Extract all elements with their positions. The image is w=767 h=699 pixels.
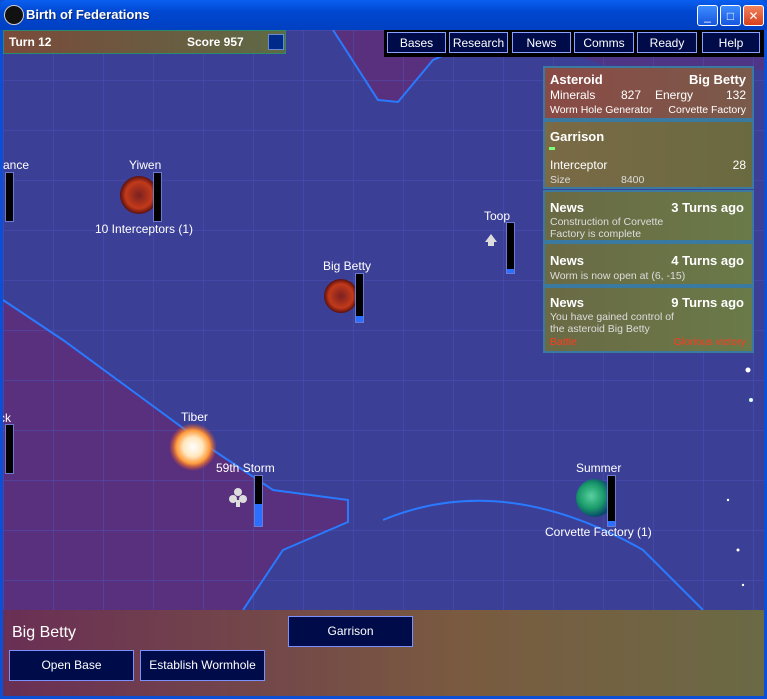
news-victory-link[interactable]: Glorious victory <box>674 336 746 348</box>
research-button[interactable]: Research <box>449 32 508 53</box>
minerals-value: 827 <box>621 88 642 102</box>
garrison-unit-name: Interceptor <box>550 158 608 172</box>
app-icon[interactable] <box>4 5 24 25</box>
news-text: Factory is complete <box>550 228 642 240</box>
toop-label[interactable]: Toop <box>484 209 510 223</box>
storm-label[interactable]: 59th Storm <box>216 461 275 475</box>
garrison-size-label: Size <box>550 174 571 186</box>
garrison-unit-count: 28 <box>732 158 746 172</box>
news-text: You have gained control of <box>550 311 674 323</box>
window-title: Birth of Federations <box>26 7 150 22</box>
news-item[interactable]: News 9 Turns ago You have gained control… <box>543 286 754 353</box>
garrison-health-indicator <box>549 147 555 150</box>
news-heading: News <box>550 253 584 268</box>
garrison-size-value: 8400 <box>621 174 645 186</box>
toop-status-bar <box>506 222 515 274</box>
yiwen-fleet-label: 10 Interceptors (1) <box>95 222 194 236</box>
garrison-panel[interactable]: Garrison Interceptor 28 Size 8400 <box>543 120 754 189</box>
score-display: Score 957 <box>187 35 244 49</box>
news-item[interactable]: News 4 Turns ago Worm is now open at (6,… <box>543 242 754 286</box>
turn-counter: Turn 12 <box>9 35 52 49</box>
close-button[interactable]: ✕ <box>743 5 764 26</box>
big-betty-label[interactable]: Big Betty <box>323 259 371 273</box>
window-titlebar: Birth of Federations _ □ ✕ <box>0 0 767 30</box>
news-item[interactable]: News 3 Turns ago Construction of Corvett… <box>543 190 754 242</box>
yiwen-label[interactable]: Yiwen <box>129 158 161 172</box>
news-age: 4 Turns ago <box>671 253 744 268</box>
building-corvette-factory: Corvette Factory <box>668 104 746 116</box>
news-heading: News <box>550 200 584 215</box>
asteroid-heading: Asteroid <box>550 72 603 87</box>
minerals-label: Minerals <box>550 88 596 102</box>
news-heading: News <box>550 295 584 310</box>
big-betty-status-bar <box>355 273 364 323</box>
establish-wormhole-button[interactable]: Establish Wormhole <box>140 650 265 681</box>
energy-label: Energy <box>655 88 694 102</box>
bases-button[interactable]: Bases <box>387 32 446 53</box>
news-text: Construction of Corvette <box>550 216 664 228</box>
news-age: 9 Turns ago <box>671 295 744 310</box>
asteroid-info-panel[interactable]: Asteroid Big Betty Minerals 827 Energy 1… <box>543 66 754 120</box>
status-bar <box>5 172 14 222</box>
yiwen-status-bar <box>153 172 162 222</box>
garrison-heading: Garrison <box>550 129 605 144</box>
news-battle-link[interactable]: Battle <box>550 336 577 348</box>
edge-system-label-bottom: ck <box>3 411 11 425</box>
edge-system-label-top: rance <box>3 158 30 172</box>
news-button[interactable]: News <box>512 32 571 53</box>
ready-button[interactable]: Ready <box>637 32 697 53</box>
main-menu-bar: Bases Research News Comms Ready Help <box>384 30 764 57</box>
storm-status-bar <box>254 475 263 527</box>
selected-object-name: Big Betty <box>12 624 77 641</box>
open-base-button[interactable]: Open Base <box>9 650 134 681</box>
summer-label[interactable]: Summer <box>576 461 621 475</box>
news-text: the asteroid Big Betty <box>550 323 650 335</box>
tiber-sun-icon[interactable] <box>169 423 217 471</box>
turn-score-bar: Turn 12 Score 957 <box>3 30 286 54</box>
tiber-label[interactable]: Tiber <box>181 410 208 424</box>
summer-building-label: Corvette Factory (1) <box>545 525 652 539</box>
asteroid-name: Big Betty <box>688 72 746 87</box>
maximize-button[interactable]: □ <box>720 5 741 26</box>
comms-button[interactable]: Comms <box>574 32 634 53</box>
minimize-button[interactable]: _ <box>697 5 718 26</box>
big-betty-asteroid-icon[interactable] <box>324 279 358 313</box>
empire-color-swatch[interactable] <box>268 34 284 50</box>
help-button[interactable]: Help <box>702 32 760 53</box>
garrison-button[interactable]: Garrison <box>288 616 413 647</box>
news-age: 3 Turns ago <box>671 200 744 215</box>
status-bar <box>5 424 14 474</box>
selection-panel: Big Betty Garrison Open Base Establish W… <box>3 610 764 696</box>
summer-status-bar <box>607 475 616 527</box>
energy-value: 132 <box>725 88 746 102</box>
building-worm-hole-generator: Worm Hole Generator <box>550 104 653 116</box>
news-text: Worm is now open at (6, -15) <box>550 270 686 282</box>
